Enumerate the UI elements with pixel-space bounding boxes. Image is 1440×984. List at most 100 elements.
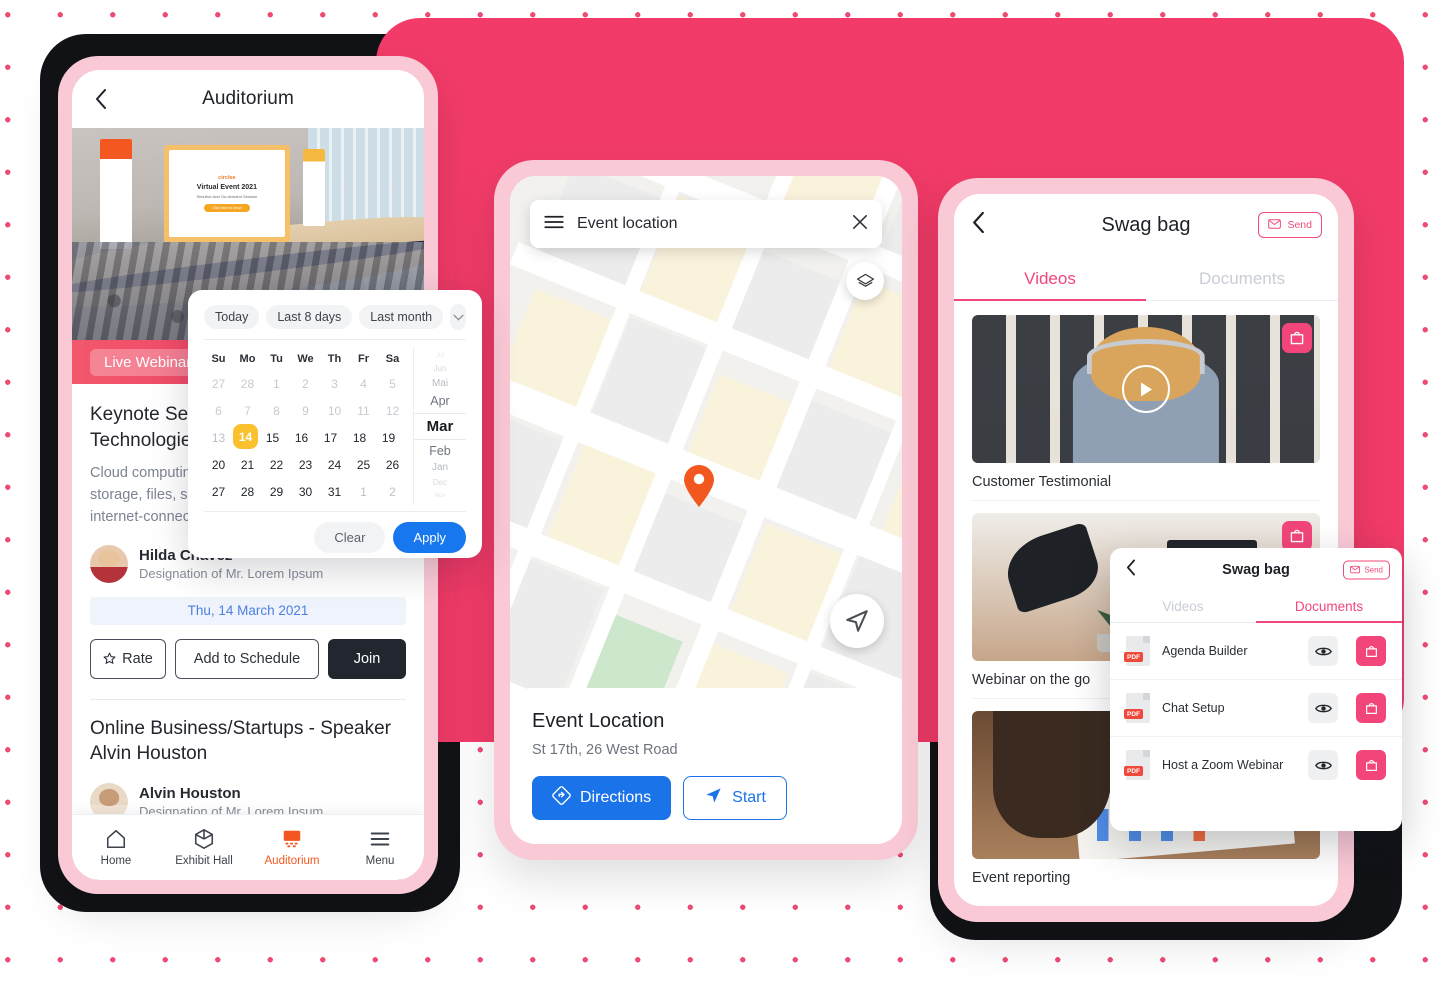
date-range-picker: Today Last 8 days Last month Su Mo Tu We…	[188, 290, 482, 558]
hamburger-icon	[370, 832, 390, 846]
add-to-schedule-button[interactable]: Add to Schedule	[175, 638, 319, 679]
table-row[interactable]: PDF Agenda Builder	[1110, 623, 1402, 680]
layers-icon[interactable]	[846, 262, 884, 300]
chevron-left-icon[interactable]	[1126, 559, 1136, 581]
day-cell[interactable]: 15	[258, 424, 287, 451]
day-cell[interactable]: 10	[320, 397, 349, 424]
tab-menu[interactable]: Menu	[345, 828, 415, 867]
chevron-left-icon[interactable]	[972, 211, 985, 238]
document-name: Agenda Builder	[1162, 644, 1248, 658]
eye-icon[interactable]	[1308, 636, 1338, 666]
table-row[interactable]: PDF Host a Zoom Webinar	[1110, 737, 1402, 793]
month-option[interactable]: Nov	[435, 490, 446, 502]
month-scroller[interactable]: Jul Jun Mai Apr Mar Feb Jan Dec Nov	[413, 348, 466, 505]
month-option[interactable]: Apr	[430, 392, 449, 411]
chip-last-month[interactable]: Last month	[359, 305, 444, 329]
map-search-bar[interactable]: Event location	[530, 200, 882, 248]
day-cell[interactable]: 3	[320, 370, 349, 397]
bag-icon[interactable]	[1356, 636, 1386, 666]
day-cell[interactable]: 16	[287, 424, 316, 451]
calendar-week-row: 20 21 22 23 24 25 26	[204, 451, 407, 478]
month-option[interactable]: Jan	[432, 460, 448, 476]
day-cell[interactable]: 17	[316, 424, 345, 451]
send-button[interactable]: Send	[1258, 212, 1322, 238]
day-cell[interactable]: 8	[262, 397, 291, 424]
exhibit-banner-left	[100, 138, 132, 249]
rate-button[interactable]: Rate	[90, 638, 166, 679]
month-option[interactable]: Feb	[429, 442, 451, 461]
day-cell[interactable]: 22	[262, 451, 291, 478]
month-selected[interactable]: Mar	[414, 412, 466, 440]
chip-today[interactable]: Today	[204, 305, 260, 329]
join-button[interactable]: Join	[328, 638, 406, 679]
tab-videos[interactable]: Videos	[954, 256, 1146, 301]
day-cell[interactable]: 25	[349, 451, 378, 478]
day-cell[interactable]: 28	[233, 478, 262, 505]
map-pin-icon[interactable]	[682, 464, 716, 508]
directions-button[interactable]: Directions	[532, 776, 672, 820]
pdf-file-icon: PDF	[1124, 693, 1150, 723]
bag-icon[interactable]	[1356, 693, 1386, 723]
apply-button[interactable]: Apply	[393, 522, 466, 553]
tab-auditorium[interactable]: Auditorium	[257, 828, 327, 867]
pdf-badge: PDF	[1124, 766, 1143, 776]
eye-icon[interactable]	[1308, 750, 1338, 780]
list-item[interactable]: Customer Testimonial	[972, 315, 1320, 501]
chip-last-8-days[interactable]: Last 8 days	[266, 305, 353, 329]
day-cell[interactable]: 4	[349, 370, 378, 397]
day-cell[interactable]: 12	[378, 397, 407, 424]
day-cell[interactable]: 1	[262, 370, 291, 397]
day-cell[interactable]: 18	[345, 424, 374, 451]
table-row[interactable]: PDF Chat Setup	[1110, 680, 1402, 737]
day-cell[interactable]: 2	[291, 370, 320, 397]
day-cell[interactable]: 23	[291, 451, 320, 478]
month-option[interactable]: Jul	[436, 350, 444, 362]
bag-icon[interactable]	[1282, 323, 1312, 353]
bag-icon[interactable]	[1356, 750, 1386, 780]
day-cell-selected[interactable]: 14	[233, 424, 258, 449]
month-option[interactable]: Dec	[433, 476, 447, 490]
chevron-down-icon[interactable]	[450, 304, 466, 330]
home-icon	[106, 829, 126, 849]
map-screen: Event location Event Location St 17th, 2…	[510, 176, 902, 844]
search-input[interactable]: Event location	[577, 215, 839, 233]
month-option[interactable]: Mai	[432, 376, 448, 392]
day-cell[interactable]: 6	[204, 397, 233, 424]
eye-icon[interactable]	[1308, 693, 1338, 723]
day-cell[interactable]: 13	[204, 424, 233, 451]
month-option[interactable]: Jun	[434, 362, 447, 376]
close-icon[interactable]	[852, 214, 868, 235]
navigate-arrow-icon[interactable]	[830, 594, 884, 648]
day-cell[interactable]: 29	[262, 478, 291, 505]
map-canvas[interactable]: Event location Event Location St 17th, 2…	[510, 176, 902, 844]
day-cell[interactable]: 26	[378, 451, 407, 478]
bag-icon[interactable]	[1282, 521, 1312, 551]
hamburger-icon[interactable]	[544, 215, 564, 234]
day-cell[interactable]: 20	[204, 451, 233, 478]
day-cell[interactable]: 21	[233, 451, 262, 478]
day-cell[interactable]: 9	[291, 397, 320, 424]
tab-exhibit-hall[interactable]: Exhibit Hall	[169, 828, 239, 867]
day-cell[interactable]: 19	[374, 424, 403, 451]
tab-home[interactable]: Home	[81, 828, 151, 867]
day-cell[interactable]: 7	[233, 397, 262, 424]
tab-documents[interactable]: Documents	[1146, 256, 1338, 300]
chevron-left-icon[interactable]	[88, 86, 114, 112]
clear-button[interactable]: Clear	[314, 522, 386, 553]
send-button[interactable]: Send	[1343, 560, 1390, 580]
day-cell[interactable]: 24	[320, 451, 349, 478]
day-cell[interactable]: 28	[233, 370, 262, 397]
play-icon[interactable]	[1122, 365, 1170, 413]
start-button[interactable]: Start	[683, 776, 787, 820]
day-cell[interactable]: 27	[204, 478, 233, 505]
day-cell[interactable]: 30	[291, 478, 320, 505]
day-cell[interactable]: 31	[320, 478, 349, 505]
day-cell[interactable]: 5	[378, 370, 407, 397]
day-cell[interactable]: 11	[349, 397, 378, 424]
tab-documents[interactable]: Documents	[1256, 592, 1402, 623]
day-cell[interactable]: 1	[349, 478, 378, 505]
video-thumbnail[interactable]	[972, 315, 1320, 463]
tab-videos[interactable]: Videos	[1110, 592, 1256, 622]
day-cell[interactable]: 2	[378, 478, 407, 505]
day-cell[interactable]: 27	[204, 370, 233, 397]
